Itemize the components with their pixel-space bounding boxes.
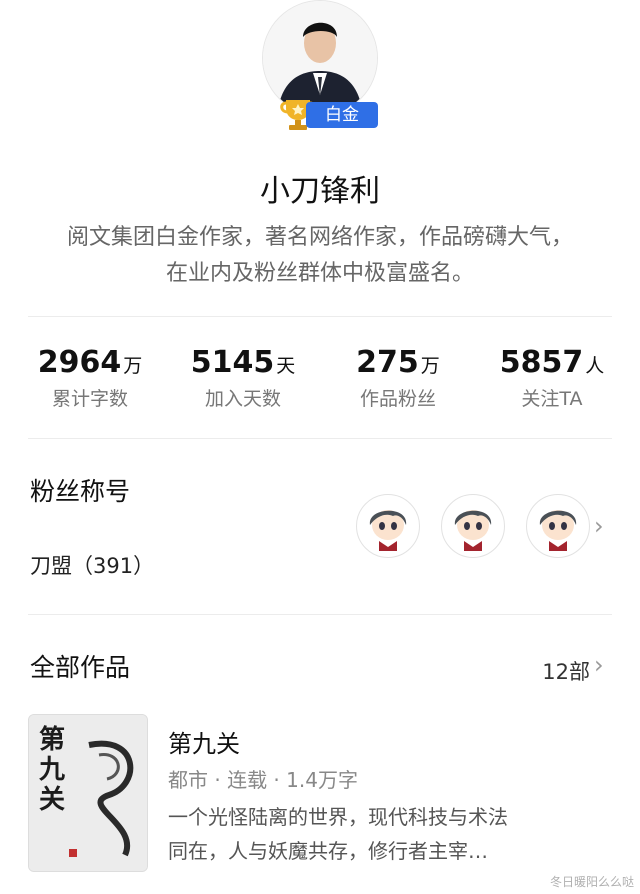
stat-unit: 万 xyxy=(420,355,440,377)
chevron-right-icon[interactable]: › xyxy=(594,512,604,540)
stat-days-joined: 5145 天 加入天数 xyxy=(163,345,323,411)
stat-value: 275 xyxy=(356,345,419,380)
stat-label: 累计字数 xyxy=(51,388,128,410)
divider xyxy=(28,438,612,439)
stat-label: 关注TA xyxy=(521,388,583,410)
works-count[interactable]: 12部 xyxy=(542,656,590,686)
watermark: 冬日暖阳么么哒 xyxy=(549,875,634,889)
fan-title-value[interactable]: 刀盟（391） xyxy=(30,550,154,580)
rank-label: 白金 xyxy=(306,102,378,128)
author-name: 小刀锋利 xyxy=(260,174,380,209)
author-bio: 阅文集团白金作家，著名网络作家，作品磅礴大气， 在业内及粉丝群体中极富盛名。 xyxy=(0,220,640,292)
stats-row: 2964 万 累计字数 5145 天 加入天数 275 万 作品粉丝 5857 人 关注… xyxy=(0,345,640,415)
book-cover-title: 第九关 xyxy=(39,725,66,815)
book-title[interactable]: 第九关 xyxy=(168,724,240,759)
fan-avatar[interactable] xyxy=(356,494,420,558)
divider xyxy=(28,614,612,615)
fan-avatar[interactable] xyxy=(441,494,505,558)
stat-fans[interactable]: 275 万 作品粉丝 xyxy=(318,345,478,411)
chevron-right-icon[interactable]: › xyxy=(594,651,604,679)
works-heading: 全部作品 xyxy=(30,653,131,682)
stat-label: 作品粉丝 xyxy=(359,388,436,410)
stat-unit: 天 xyxy=(276,355,296,377)
book-desc-line-1: 一个光怪陆离的世界，现代科技与术法 xyxy=(168,805,508,829)
fan-avatar[interactable] xyxy=(526,494,590,558)
stat-label: 加入天数 xyxy=(204,388,281,410)
book-cover[interactable]: 第九关 xyxy=(28,714,148,872)
stat-unit: 万 xyxy=(123,355,143,377)
bio-line-1: 阅文集团白金作家，著名网络作家，作品磅礴大气， xyxy=(66,225,573,250)
stat-unit: 人 xyxy=(585,355,605,377)
rank-badge: 白金 xyxy=(278,96,384,132)
stat-followers[interactable]: 5857 人 关注TA xyxy=(472,345,632,411)
fan-title-heading: 粉丝称号 xyxy=(30,477,131,506)
stat-word-count: 2964 万 累计字数 xyxy=(10,345,170,411)
stat-value: 5857 xyxy=(499,345,584,380)
author-avatar-wrap[interactable]: 白金 xyxy=(262,0,378,130)
stat-value: 5145 xyxy=(190,345,275,380)
book-desc-line-2: 同在，人与妖魔共存，修行者主宰… xyxy=(168,839,488,863)
bio-line-2: 在业内及粉丝群体中极富盛名。 xyxy=(165,261,474,286)
divider xyxy=(28,316,612,317)
book-description: 一个光怪陆离的世界，现代科技与术法 同在，人与妖魔共存，修行者主宰… xyxy=(168,800,618,868)
book-meta: 都市 · 连载 · 1.4万字 xyxy=(168,768,358,792)
stat-value: 2964 xyxy=(37,345,122,380)
